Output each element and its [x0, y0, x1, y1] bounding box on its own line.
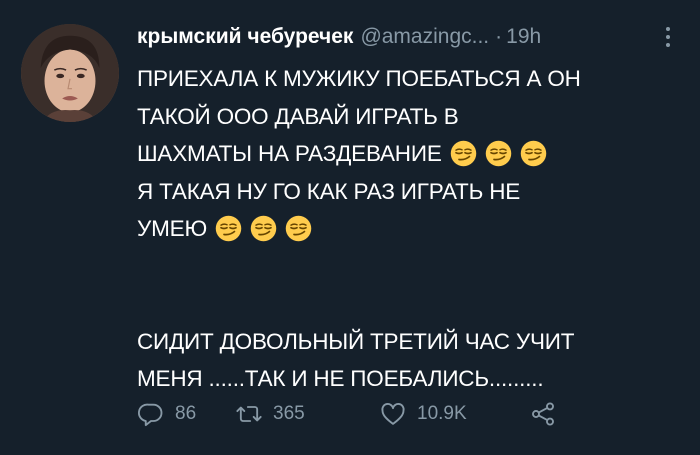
smirking-face-emoji-icon — [285, 215, 312, 242]
tweet-text-line: УМЕЮ — [137, 210, 682, 248]
retweet-icon — [236, 406, 262, 422]
smirking-face-emoji-icon — [250, 215, 277, 242]
retweet-button[interactable]: 365 — [235, 400, 379, 428]
tweet-text-line-content: МЕНЯ ......ТАК И НЕ ПОЕБАЛИСЬ......... — [137, 366, 544, 391]
tweet-text-line: Я ТАКАЯ НУ ГО КАК РАЗ ИГРАТЬ НЕ — [137, 173, 682, 211]
heart-icon — [381, 403, 405, 425]
tweet-time[interactable]: 19h — [506, 25, 541, 49]
smirking-face-emoji-icon — [215, 215, 242, 242]
tweet-text-line — [137, 248, 682, 323]
author-handle[interactable]: @amazingc... — [360, 25, 489, 49]
tweet-text-line-content: ШАХМАТЫ НА РАЗДЕВАНИЕ — [137, 141, 442, 166]
tweet-text-line: ШАХМАТЫ НА РАЗДЕВАНИЕ — [137, 135, 682, 173]
tweet-text-line-content: Я ТАКАЯ НУ ГО КАК РАЗ ИГРАТЬ НЕ — [137, 178, 521, 204]
tweet-text-line: ТАКОЙ ООО ДАВАЙ ИГРАТЬ В — [137, 98, 682, 136]
tweet-text-line: ПРИЕХАЛА К МУЖИКУ ПОЕБАТЬСЯ А ОН — [137, 60, 682, 98]
reply-icon — [137, 403, 163, 427]
tweet-text-line-content: СИДИТ ДОВОЛЬНЫЙ ТРЕТИЙ ЧАС УЧИТ — [137, 328, 575, 354]
smirking-face-emoji-icon — [450, 140, 477, 167]
share-button[interactable] — [529, 400, 557, 428]
like-button[interactable]: 10.9K — [379, 400, 529, 428]
avatar[interactable] — [21, 24, 119, 122]
tweet-header: крымский чебуречек @amazingc... · 19h — [137, 24, 680, 50]
tweet-text: ПРИЕХАЛА К МУЖИКУ ПОЕБАТЬСЯ А ОН ТАКОЙ ОО… — [137, 60, 682, 398]
tweet-text-line-content: ТАКОЙ ООО ДАВАЙ ИГРАТЬ В — [137, 103, 459, 129]
reply-button[interactable]: 86 — [137, 400, 235, 428]
retweet-count: 365 — [273, 403, 305, 424]
separator-dot: · — [495, 25, 503, 48]
more-icon[interactable] — [660, 26, 676, 48]
tweet-text-line: СИДИТ ДОВОЛЬНЫЙ ТРЕТИЙ ЧАС УЧИТ — [137, 323, 682, 361]
share-icon — [532, 402, 554, 426]
tweet-text-line-content: ПРИЕХАЛА К МУЖИКУ ПОЕБАТЬСЯ А ОН — [137, 66, 581, 91]
reply-count: 86 — [175, 403, 197, 424]
like-count: 10.9K — [417, 403, 467, 424]
tweet-text-line: МЕНЯ ......ТАК И НЕ ПОЕБАЛИСЬ......... — [137, 360, 682, 398]
tweet-actions: 86 365 10.9K — [137, 396, 597, 432]
smirking-face-emoji-icon — [485, 140, 512, 167]
avatar-image — [21, 24, 119, 122]
author-name[interactable]: крымский чебуречек — [137, 25, 353, 49]
smirking-face-emoji-icon — [520, 140, 547, 167]
tweet-text-line-content: УМЕЮ — [137, 216, 207, 241]
